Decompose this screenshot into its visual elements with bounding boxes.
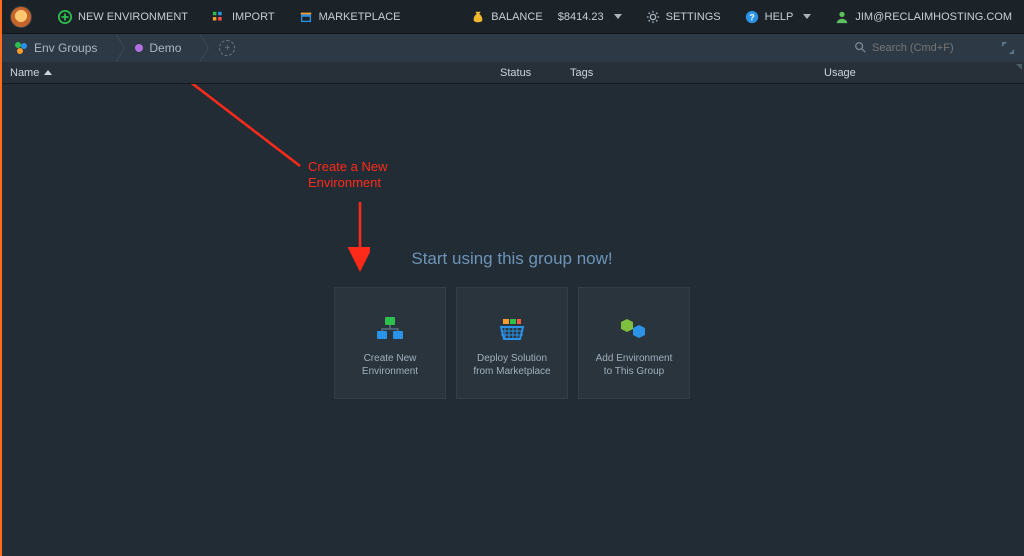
import-button[interactable]: IMPORT [200,0,287,33]
import-icon [212,10,226,24]
user-menu[interactable]: JIM@RECLAIMHOSTING.COM [823,0,1024,33]
env-groups-icon [14,41,28,55]
add-group-button[interactable]: + [219,40,235,56]
user-label: JIM@RECLAIMHOSTING.COM [855,11,1012,23]
breadcrumb-add: + [199,34,253,62]
marketplace-icon [299,10,313,24]
group-color-dot [135,44,143,52]
left-edge-highlight [0,0,2,556]
table-header: Name Status Tags Usage [0,62,1024,84]
annotation-text: Create a New Environment [308,159,387,192]
empty-state: Start using this group now! Create New E… [334,249,690,399]
import-label: IMPORT [232,11,275,23]
annotation-line2: Environment [308,175,387,191]
breadcrumb-root[interactable]: Env Groups [4,34,115,62]
search-input[interactable] [872,42,972,54]
card-label-line1: Add Environment [596,352,673,366]
chevron-down-icon [614,14,622,19]
gear-icon [646,10,660,24]
header-dropdown-icon[interactable] [1016,64,1022,70]
search-box[interactable] [846,39,996,58]
card-deploy-marketplace[interactable]: Deploy Solution from Marketplace [456,287,568,399]
card-label-line2: to This Group [596,365,673,379]
brand-logo[interactable] [10,6,32,28]
column-name[interactable]: Name [0,67,500,79]
fullscreen-button[interactable] [998,38,1018,58]
balance-value: $8414.23 [558,11,604,23]
help-label: HELP [765,11,794,23]
basket-icon [495,308,529,352]
card-label-line1: Create New [362,352,418,366]
new-environment-button[interactable]: NEW ENVIRONMENT [46,0,200,33]
new-environment-label: NEW ENVIRONMENT [78,11,188,23]
balance-label: BALANCE [491,11,542,23]
layers-icon [373,308,407,352]
annotation-line1: Create a New [308,159,387,175]
column-tags[interactable]: Tags [570,67,824,79]
card-label-line2: from Marketplace [473,365,550,379]
annotation-arrow-bottom [0,84,370,354]
breadcrumb-bar: Env Groups Demo + [0,34,1024,62]
user-icon [835,10,849,24]
column-usage-label: Usage [824,67,856,79]
marketplace-button[interactable]: MARKETPLACE [287,0,413,33]
sort-asc-icon [44,70,52,75]
hex-cluster-icon [617,308,651,352]
card-add-to-group[interactable]: Add Environment to This Group [578,287,690,399]
card-label-line2: Environment [362,365,418,379]
settings-label: SETTINGS [666,11,721,23]
empty-state-title: Start using this group now! [334,249,690,269]
main-area: Create a New Environment Start using thi… [0,84,1024,556]
help-button[interactable]: ? HELP [733,0,824,33]
help-icon: ? [745,10,759,24]
column-name-label: Name [10,67,39,79]
svg-text:?: ? [749,12,754,22]
column-status[interactable]: Status [500,67,570,79]
marketplace-label: MARKETPLACE [319,11,401,23]
chevron-down-icon [803,14,811,19]
column-usage[interactable]: Usage [824,67,1024,79]
breadcrumb-current-label: Demo [149,41,181,55]
column-status-label: Status [500,67,531,79]
plus-circle-icon [58,10,72,24]
annotation-arrow-top [0,84,370,354]
search-icon [854,41,866,56]
money-bag-icon [471,10,485,24]
balance-button[interactable]: BALANCE $8414.23 [459,0,633,33]
column-tags-label: Tags [570,67,593,79]
settings-button[interactable]: SETTINGS [634,0,733,33]
breadcrumb-root-label: Env Groups [34,41,97,55]
top-toolbar: NEW ENVIRONMENT IMPORT MARKETPLACE BALAN… [0,0,1024,34]
card-create-environment[interactable]: Create New Environment [334,287,446,399]
card-label-line1: Deploy Solution [473,352,550,366]
breadcrumb-current[interactable]: Demo [115,34,199,62]
